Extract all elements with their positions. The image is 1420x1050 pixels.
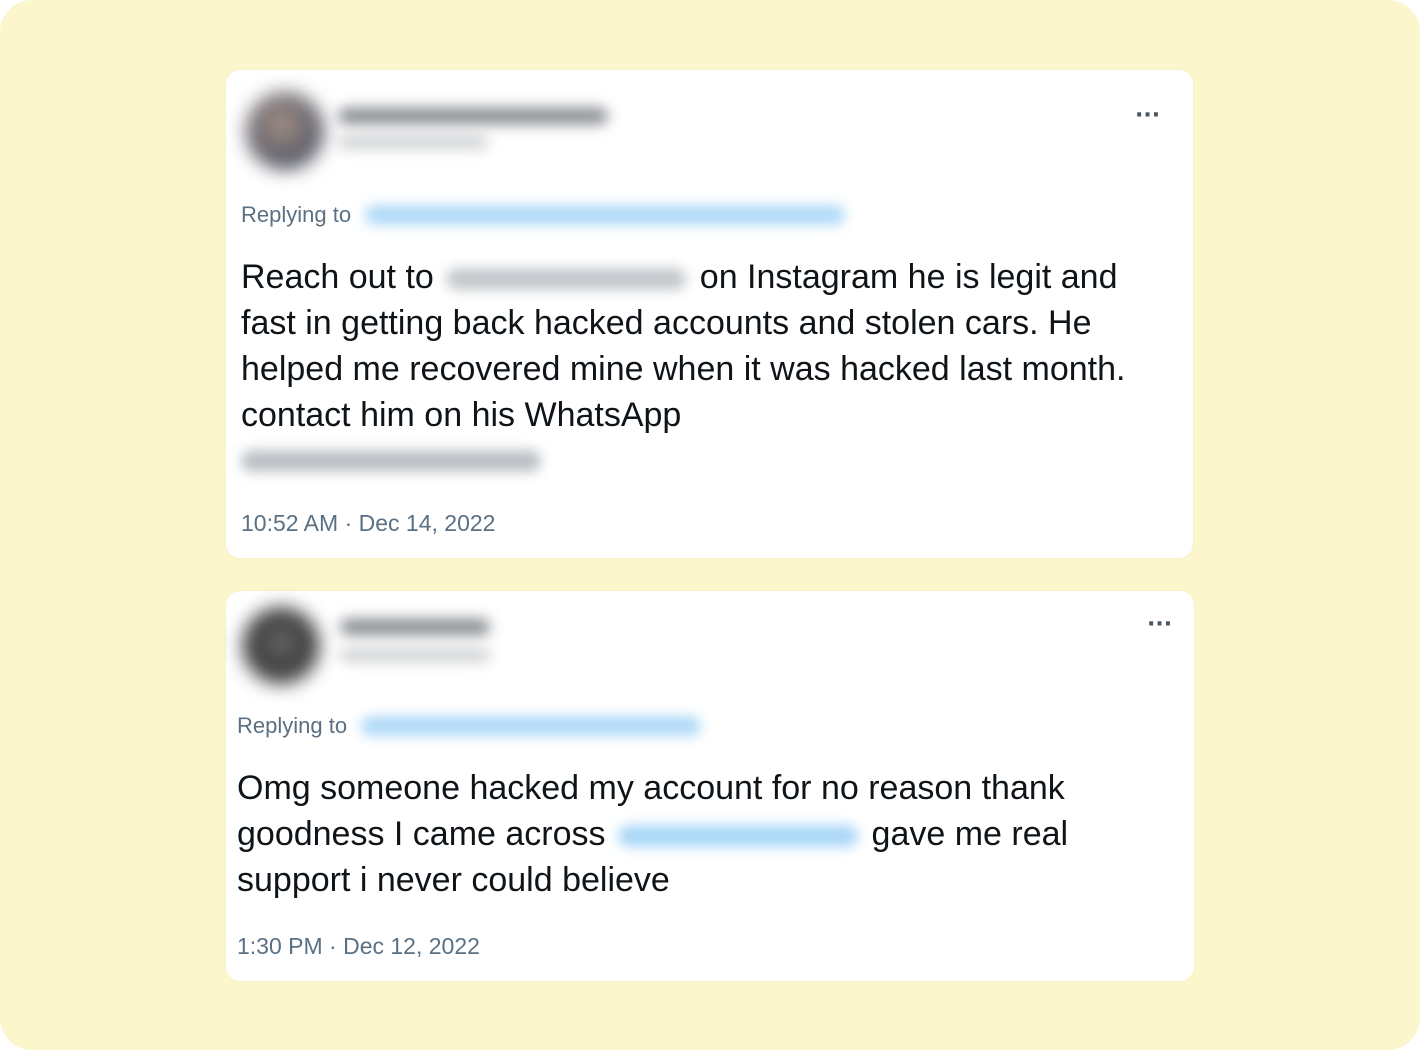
replying-to-label: Replying to	[241, 202, 352, 227]
tweet-card[interactable]: ··· Replying to Reach out to on Instagram…	[226, 70, 1193, 558]
tweet-timestamp[interactable]: 1:30 PM · Dec 12, 2022	[237, 933, 480, 960]
more-horizontal-icon[interactable]: ···	[1135, 105, 1160, 127]
tweet-timestamp[interactable]: 10:52 AM · Dec 14, 2022	[241, 510, 495, 537]
blurred-mention[interactable]	[445, 268, 686, 291]
tweet-text-part: Reach out to	[241, 258, 434, 296]
avatar[interactable]	[246, 92, 324, 170]
blurred-phone-number	[241, 450, 541, 472]
avatar[interactable]	[242, 607, 320, 685]
tweet-text: Reach out to on Instagram he is legit and…	[241, 254, 1161, 472]
more-horizontal-icon[interactable]: ···	[1147, 614, 1172, 636]
replying-to-row: Replying to	[237, 713, 702, 739]
blurred-display-name[interactable]	[338, 108, 608, 124]
blurred-mention[interactable]	[617, 825, 858, 848]
blurred-display-name[interactable]	[340, 619, 490, 635]
replying-to-row: Replying to	[241, 202, 846, 228]
tweet-text: Omg someone hacked my account for no rea…	[237, 765, 1177, 903]
tweet-card[interactable]: ··· Replying to Omg someone hacked my ac…	[226, 591, 1194, 981]
blurred-reply-link[interactable]	[365, 205, 846, 225]
screenshot-canvas: ··· Replying to Reach out to on Instagram…	[0, 0, 1420, 1050]
blurred-reply-link[interactable]	[361, 716, 702, 736]
replying-to-label: Replying to	[237, 713, 348, 738]
blurred-username[interactable]	[338, 136, 488, 148]
blurred-username[interactable]	[340, 649, 490, 661]
